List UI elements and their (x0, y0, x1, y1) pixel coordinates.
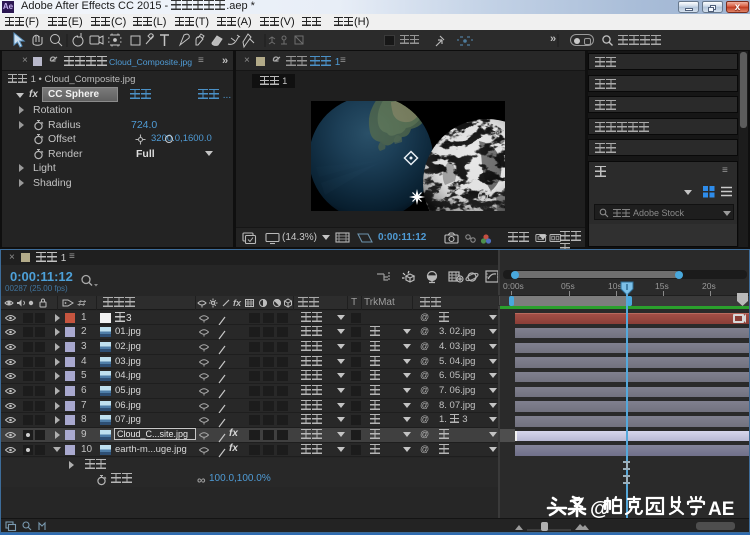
svg-text:AE: AE (708, 499, 734, 520)
svg-text:@: @ (590, 498, 610, 520)
svg-text:fx: fx (233, 298, 242, 308)
